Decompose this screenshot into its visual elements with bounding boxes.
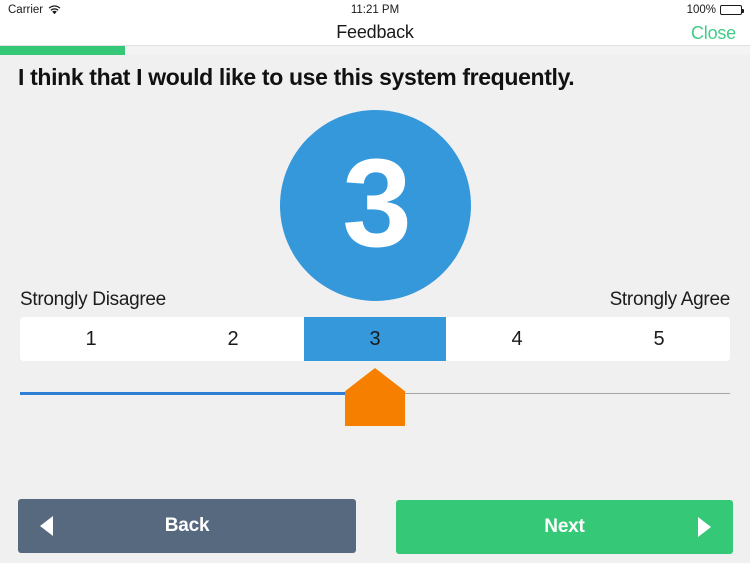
back-button-label: Back — [164, 515, 210, 536]
arrow-right-icon — [698, 517, 711, 537]
battery-full-icon — [720, 5, 744, 15]
slider-track-filled — [20, 392, 375, 395]
scale-option-3[interactable]: 3 — [304, 317, 446, 361]
next-button-label: Next — [544, 516, 585, 537]
battery-percent-label: 100% — [686, 4, 716, 16]
anchor-label-low: Strongly Disagree — [20, 289, 166, 310]
value-slider[interactable] — [20, 368, 730, 428]
likert-scale-segmented-control[interactable]: 1 2 3 4 5 — [20, 317, 730, 361]
scale-option-label: 2 — [227, 327, 239, 350]
navigation-bar: Feedback Close — [0, 20, 750, 46]
slider-thumb[interactable] — [345, 368, 405, 426]
selected-value-number: 3 — [342, 134, 412, 273]
page-title: Feedback — [336, 22, 414, 42]
scale-option-5[interactable]: 5 — [588, 317, 730, 361]
scale-option-4[interactable]: 4 — [446, 317, 588, 361]
selected-value-circle: 3 — [280, 110, 471, 301]
status-bar-left: Carrier — [8, 4, 61, 16]
status-bar-clock: 11:21 PM — [350, 4, 400, 16]
slider-track-remaining — [375, 393, 730, 394]
scale-option-label: 5 — [653, 327, 665, 350]
scale-anchor-labels: Strongly Disagree Strongly Agree — [20, 289, 730, 311]
back-button[interactable]: Back — [18, 499, 356, 553]
wifi-icon — [48, 5, 61, 15]
survey-progress-bar — [0, 46, 750, 55]
scale-option-label: 1 — [85, 327, 97, 350]
scale-option-label: 3 — [369, 327, 381, 350]
scale-option-label: 4 — [511, 327, 523, 350]
question-text: I think that I would like to use this sy… — [18, 64, 575, 90]
status-bar: Carrier 11:21 PM 100% — [0, 0, 750, 20]
survey-progress-fill — [0, 46, 126, 55]
next-button[interactable]: Next — [396, 500, 733, 554]
status-bar-right: 100% — [686, 4, 744, 16]
scale-option-2[interactable]: 2 — [162, 317, 304, 361]
arrow-left-icon — [40, 516, 53, 536]
anchor-label-high: Strongly Agree — [609, 289, 731, 310]
scale-option-1[interactable]: 1 — [20, 317, 162, 361]
close-button[interactable]: Close — [691, 23, 736, 44]
carrier-label: Carrier — [8, 4, 44, 16]
